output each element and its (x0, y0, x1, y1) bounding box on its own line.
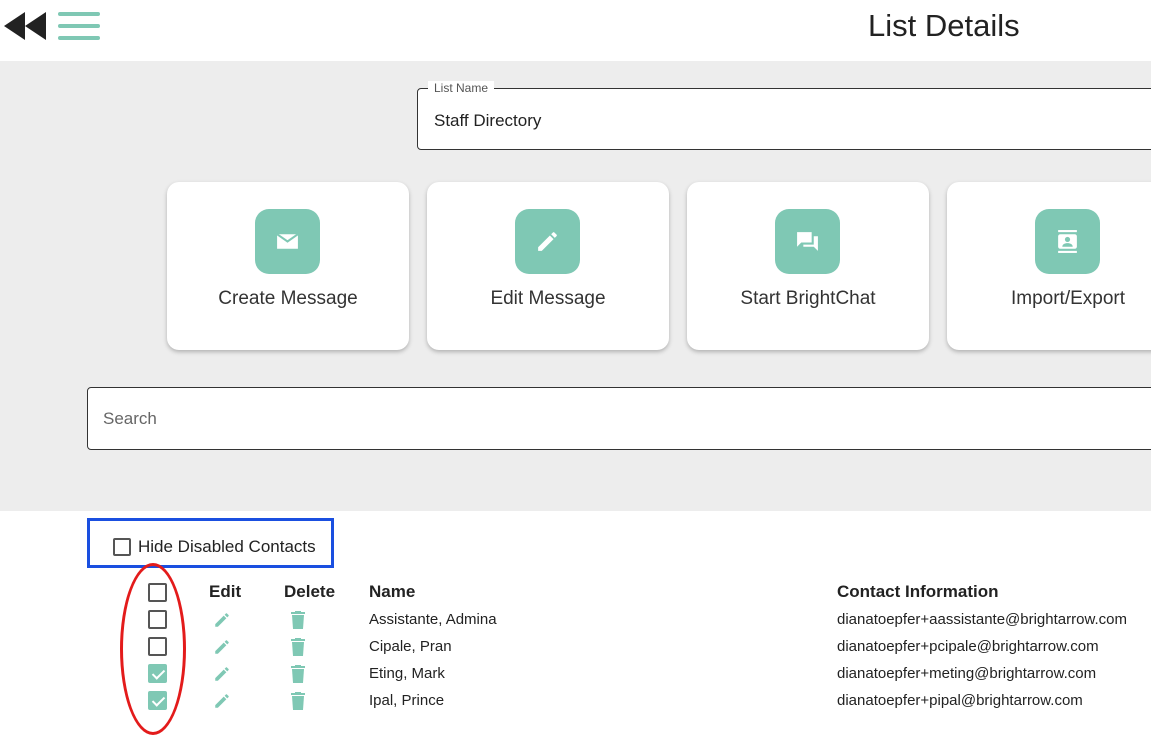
rewind-icon[interactable] (4, 12, 46, 40)
column-header-name: Name (369, 582, 416, 601)
row-checkbox[interactable] (148, 637, 167, 656)
trash-icon[interactable] (291, 611, 305, 629)
search-input[interactable] (87, 387, 1151, 450)
row-checkbox[interactable] (148, 610, 167, 629)
edit-message-button[interactable]: Edit Message (427, 182, 669, 350)
column-header-contact: Contact Information (837, 582, 999, 601)
row-checkbox[interactable] (148, 691, 167, 710)
top-bar: List Details (0, 0, 1151, 60)
contact-email: dianatoepfer+aassistante@brightarrow.com (837, 611, 1127, 628)
edit-message-label: Edit Message (490, 288, 606, 309)
pencil-icon (515, 209, 580, 274)
start-brightchat-button[interactable]: Start BrightChat (687, 182, 929, 350)
list-name-value[interactable]: Staff Directory (434, 111, 541, 131)
list-name-label: List Name (428, 81, 495, 95)
contact-email: dianatoepfer+meting@brightarrow.com (837, 665, 1097, 682)
import-export-label: Import/Export (1010, 288, 1126, 309)
hide-disabled-checkbox[interactable] (113, 538, 131, 556)
contact-email: dianatoepfer+pcipale@brightarrow.com (837, 638, 1099, 655)
chat-icon (775, 209, 840, 274)
hamburger-icon[interactable] (58, 12, 100, 40)
pencil-icon[interactable] (213, 611, 231, 629)
trash-icon[interactable] (291, 665, 305, 683)
pencil-icon[interactable] (213, 665, 231, 683)
contact-name: Assistante, Admina (369, 611, 497, 628)
pencil-icon[interactable] (213, 692, 231, 710)
contact-email: dianatoepfer+pipal@brightarrow.com (837, 692, 1083, 709)
mail-icon (255, 209, 320, 274)
trash-icon[interactable] (291, 638, 305, 656)
trash-icon[interactable] (291, 692, 305, 710)
hide-disabled-label: Hide Disabled Contacts (138, 537, 316, 556)
create-message-button[interactable]: Create Message (167, 182, 409, 350)
contact-name: Ipal, Prince (369, 692, 445, 709)
page-title: List Details (868, 8, 1020, 43)
contact-card-icon (1035, 209, 1100, 274)
select-all-checkbox[interactable] (148, 583, 167, 602)
start-brightchat-label: Start BrightChat (740, 288, 876, 309)
contact-name: Cipale, Pran (369, 638, 452, 655)
import-export-button[interactable]: Import/Export (947, 182, 1151, 350)
column-header-edit: Edit (209, 582, 242, 601)
create-message-label: Create Message (218, 288, 358, 309)
column-header-delete: Delete (284, 582, 336, 601)
pencil-icon[interactable] (213, 638, 231, 656)
contact-name: Eting, Mark (369, 665, 445, 682)
list-name-field[interactable]: List Name Staff Directory (417, 81, 1151, 150)
row-checkbox[interactable] (148, 664, 167, 683)
